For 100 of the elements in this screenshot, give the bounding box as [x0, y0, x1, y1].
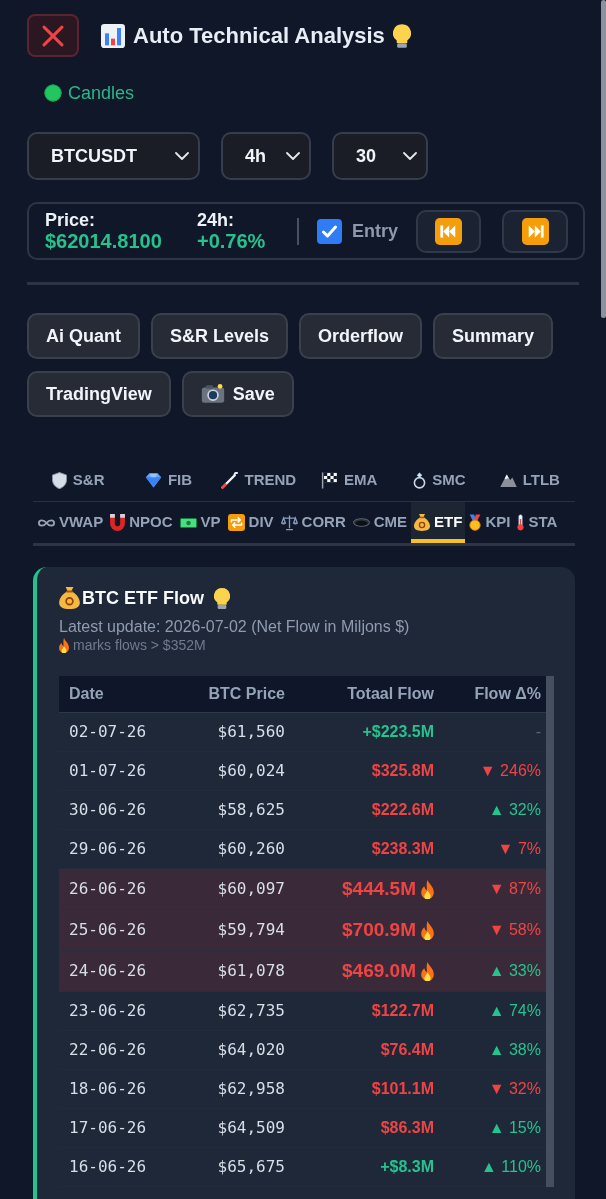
change-label: 24h:	[197, 209, 234, 230]
thermometer-icon	[517, 514, 525, 531]
tab[interactable]: VWAP	[35, 502, 107, 543]
table-cell-text: $58,625	[217, 799, 285, 821]
camera-icon	[200, 384, 225, 404]
action-button[interactable]: Summary	[433, 313, 554, 359]
action-button[interactable]: Save	[181, 371, 294, 417]
ring-icon	[413, 472, 427, 489]
card-title: BTC ETF Flow	[82, 587, 204, 609]
table-cell-text: ▼ 32%	[488, 1079, 541, 1099]
app-title: Auto Technical Analysis	[133, 21, 385, 50]
tab[interactable]: NPOC	[107, 502, 176, 543]
table-cell-text: 24-06-26	[69, 960, 147, 982]
table-cell-text: $101.1M	[371, 1079, 434, 1099]
table-cell-text: 26-06-26	[69, 878, 147, 900]
table-cell-text: +$8.3M	[380, 1157, 434, 1177]
action-button[interactable]: Ai Quant	[27, 313, 140, 359]
gem-icon	[144, 473, 162, 488]
table-cell-text: $325.8M	[371, 761, 434, 781]
action-button[interactable]: Orderflow	[299, 313, 423, 359]
banknote-icon	[179, 517, 197, 528]
table-cell-text: 23-06-26	[69, 1000, 147, 1022]
table-cell-text: $65,675	[217, 1156, 285, 1178]
chevron-down-icon	[175, 152, 189, 160]
table-cell-text: ▲ 32%	[488, 800, 541, 820]
action-button[interactable]: TradingView	[27, 371, 171, 417]
card-subtitle: Latest update: 2026-07-02 (Net Flow in Miljons $)	[59, 618, 411, 636]
card-note: marks flows > $352M	[73, 636, 206, 654]
tab[interactable]: STA	[514, 502, 561, 543]
skip-back-icon	[435, 217, 462, 245]
table-cell-text: $444.5M	[342, 876, 416, 901]
hole-icon	[352, 518, 370, 527]
table-cell-text: $222.6M	[371, 800, 434, 820]
chevron-down-icon	[403, 152, 417, 160]
fire-icon	[421, 879, 434, 899]
table-cell-text: 22-06-26	[69, 1039, 147, 1061]
table-cell-text: 29-06-26	[69, 838, 147, 860]
tab[interactable]: S&R	[33, 460, 124, 501]
symbol-dropdown[interactable]: BTCUSDT	[27, 132, 200, 180]
table-cell-text: $238.3M	[371, 839, 434, 859]
column-header: Date	[69, 684, 104, 704]
tab[interactable]: CME	[349, 502, 411, 543]
tab[interactable]: CORR	[277, 502, 349, 543]
close-icon	[42, 24, 64, 47]
tab[interactable]: TREND	[213, 460, 304, 501]
tab[interactable]: DIV	[224, 502, 277, 543]
lightbulb-icon	[214, 587, 230, 609]
table-cell-text: ▼ 87%	[488, 879, 541, 899]
table-cell-text: $64,509	[217, 1117, 285, 1139]
column-header: BTC Price	[208, 684, 285, 704]
tab[interactable]: EMA	[304, 460, 395, 501]
medal-icon	[469, 514, 482, 531]
table-cell-text: 18-06-26	[69, 1078, 147, 1100]
table-cell-text: $62,958	[217, 1078, 285, 1100]
tab[interactable]: VP	[176, 502, 224, 543]
table-cell-text: 17-06-26	[69, 1117, 147, 1139]
scales-icon	[280, 514, 298, 531]
entry-checkbox[interactable]	[317, 218, 342, 244]
checkered-flag-icon	[321, 472, 338, 489]
table-cell-text: 30-06-26	[69, 799, 147, 821]
skip-forward-icon	[521, 217, 549, 245]
table-cell-text: ▲ 74%	[488, 1001, 541, 1021]
table-cell-text: 25-06-26	[69, 919, 147, 941]
mountain-icon	[499, 474, 517, 487]
previous-button[interactable]	[416, 209, 481, 253]
fire-icon	[421, 961, 434, 981]
table-cell-text: $60,024	[217, 760, 285, 782]
next-button[interactable]	[502, 209, 568, 253]
money-bag-icon	[414, 514, 431, 531]
tab[interactable]: LTLB	[484, 460, 575, 501]
table-cell-text: +$223.5M	[362, 722, 434, 742]
close-button[interactable]	[27, 14, 79, 57]
chevron-down-icon	[286, 152, 300, 160]
loop-icon	[38, 517, 55, 528]
tab[interactable]: FIB	[123, 460, 214, 501]
table-cell-text: 16-06-26	[69, 1156, 147, 1178]
table-cell-text: ▲ 15%	[488, 1118, 541, 1138]
magnet-icon	[110, 514, 126, 531]
chart-mode-label: Candles	[68, 82, 135, 104]
column-header: Flow Δ%	[474, 684, 541, 704]
tab[interactable]: ETF	[411, 502, 466, 543]
table-cell-text: $76.4M	[380, 1040, 434, 1060]
table-cell-text: $469.0M	[342, 958, 416, 983]
table-cell-text: $60,097	[217, 878, 285, 900]
table-cell-text: ▲ 38%	[488, 1040, 541, 1060]
table-cell-text: -	[535, 722, 541, 742]
table-cell-text: ▼ 7%	[497, 839, 541, 859]
bar-chart-icon	[101, 23, 125, 48]
table-cell-text: $86.3M	[380, 1118, 434, 1138]
table-cell-text: 02-07-26	[69, 721, 147, 743]
lightbulb-icon	[392, 23, 411, 48]
action-button[interactable]: S&R Levels	[151, 313, 289, 359]
count-dropdown[interactable]: 30	[332, 132, 428, 180]
tab[interactable]: KPI	[466, 502, 514, 543]
change-value: +0.76%	[197, 229, 266, 253]
repeat-icon	[227, 514, 245, 531]
table-cell-text: ▼ 58%	[488, 920, 541, 940]
tab[interactable]: SMC	[394, 460, 485, 501]
timeframe-dropdown[interactable]: 4h	[221, 132, 311, 180]
column-header: Totaal Flow	[347, 684, 434, 704]
